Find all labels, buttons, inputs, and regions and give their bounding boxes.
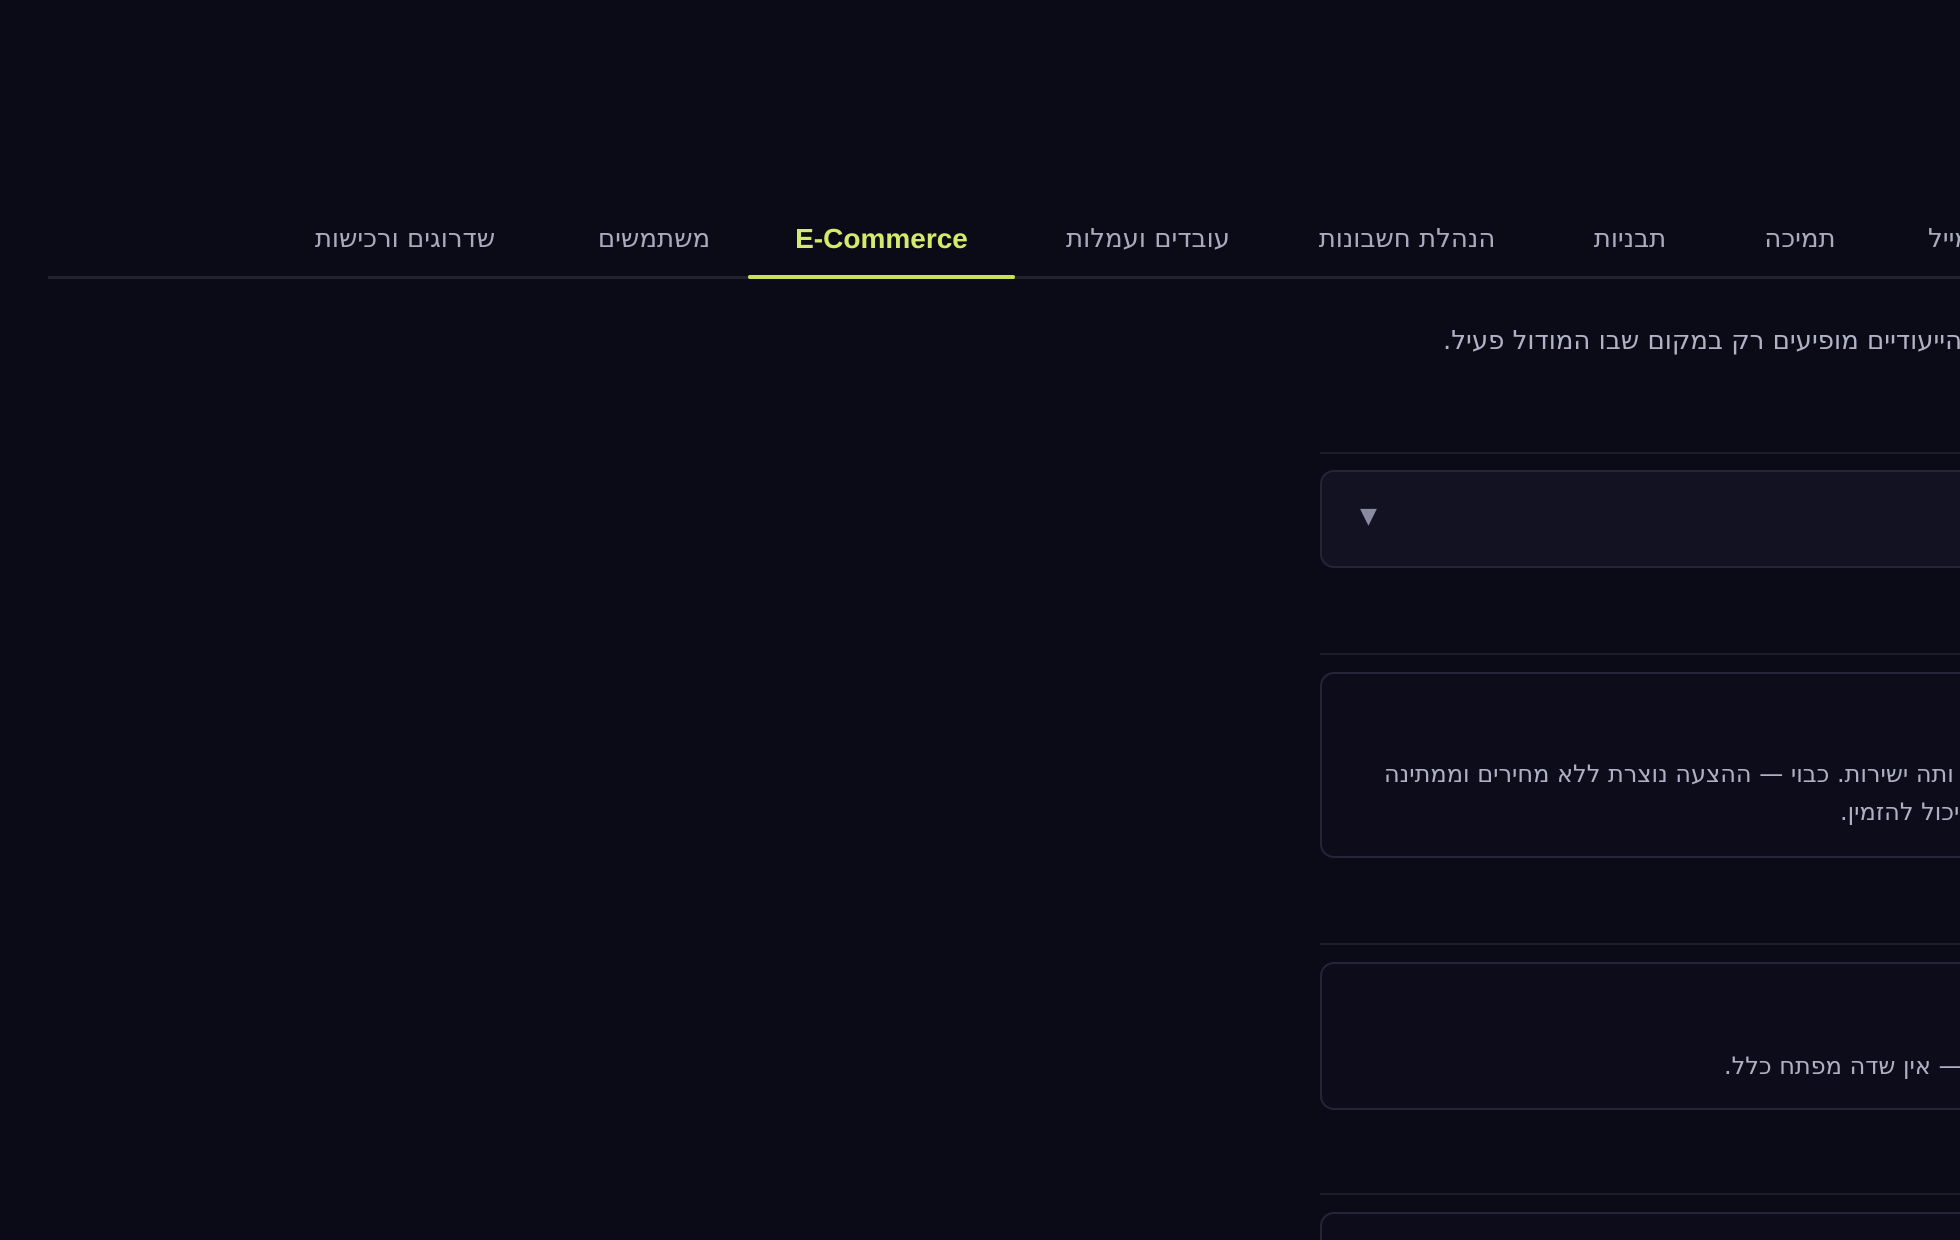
- tab-mail[interactable]: מייל: [1928, 214, 1960, 276]
- setting-card: [1320, 1212, 1960, 1240]
- divider: [1320, 452, 1960, 454]
- tab-accounting[interactable]: הנהלת חשבונות: [1316, 214, 1498, 276]
- setting-card-text-line-1: — אין שדה מפתח כלל.: [1724, 1052, 1960, 1080]
- divider: [1320, 653, 1960, 655]
- tab-support[interactable]: תמיכה: [1758, 214, 1842, 276]
- caret-down-icon[interactable]: ▼: [1360, 504, 1377, 529]
- setting-card: ותה ישירות. כבוי — ההצעה נוצרת ללא מחירי…: [1320, 672, 1960, 858]
- divider: [1320, 1193, 1960, 1195]
- page: שדרוגים ורכישות משתמשים E-Commerce עובדי…: [0, 0, 1960, 1240]
- divider: [1320, 943, 1960, 945]
- tab-employees-commissions[interactable]: עובדים ועמלות: [1060, 214, 1236, 276]
- setting-card: — אין שדה מפתח כלל.: [1320, 962, 1960, 1110]
- tab-upgrades-purchases[interactable]: שדרוגים ורכישות: [305, 214, 505, 276]
- tab-users[interactable]: משתמשים: [584, 214, 724, 276]
- module-description: הייעודיים מופיעים רק במקום שבו המודול פע…: [1443, 326, 1960, 356]
- setting-card-text-line-2: יכול להזמין.: [1840, 798, 1960, 826]
- setting-card-text-line-1: ותה ישירות. כבוי — ההצעה נוצרת ללא מחירי…: [1384, 760, 1954, 788]
- tab-ecommerce[interactable]: E-Commerce: [748, 214, 1015, 279]
- module-select[interactable]: ▼: [1320, 470, 1960, 568]
- tab-templates[interactable]: תבניות: [1588, 214, 1672, 276]
- tab-bar: שדרוגים ורכישות משתמשים E-Commerce עובדי…: [48, 214, 1960, 279]
